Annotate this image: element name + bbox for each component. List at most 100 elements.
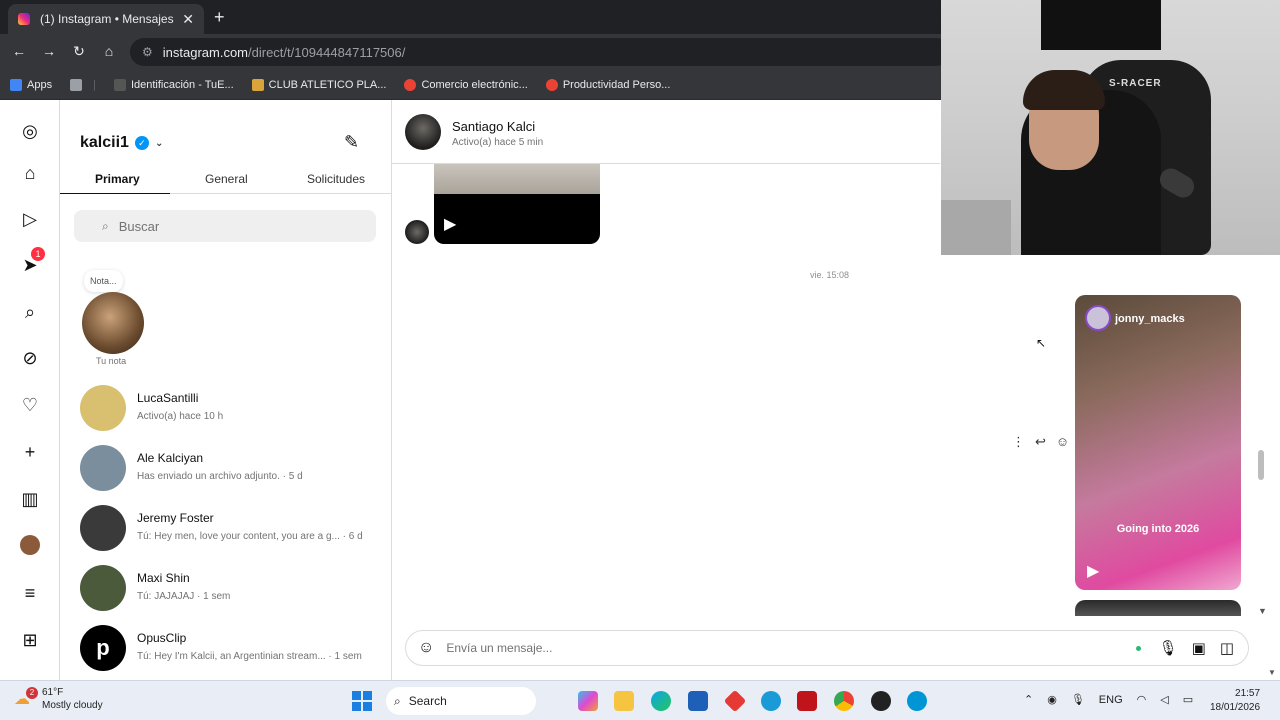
home-icon[interactable]: ⌂ [100,43,118,59]
tab-title: (1) Instagram • Mensajes [40,12,174,26]
reels-icon[interactable]: ▷ [18,207,42,231]
scrollbar[interactable] [1258,450,1264,480]
chevron-up-icon[interactable]: ⌃ [1024,693,1033,706]
mcafee-icon[interactable] [797,691,817,711]
verified-badge-icon: ✓ [134,136,149,150]
menu-icon[interactable]: ≡ [18,581,42,605]
language-indicator[interactable]: ENG [1099,694,1123,706]
instagram-logo-icon[interactable]: ◎ [18,119,42,143]
account-switcher[interactable]: kalcii1 ✓ ⌄ [80,134,163,152]
search-icon: ⌕ [102,218,109,233]
battery-icon[interactable]: ▭ [1183,693,1193,706]
shared-reel-message[interactable]: ▶ [434,164,600,244]
contact-name[interactable]: Santiago Kalci [452,119,535,134]
dashboard-icon[interactable]: ▥ [18,487,42,511]
chrome-icon[interactable] [834,691,854,711]
url-host: instagram.com [162,44,249,60]
page-scroll-down-icon[interactable]: ▼ [1268,668,1276,677]
note-avatar[interactable] [82,292,144,354]
system-tray: ⌃ ◉ 🎙 ENG ◠ ◁ ▭ [1024,693,1193,707]
tab-primary[interactable]: Primary [95,172,140,186]
compose-icon[interactable]: ✎ [344,132,359,153]
volume-icon[interactable]: ◁ [1160,693,1168,706]
bookmark-identificacion[interactable]: Identificación - TuE... [113,78,234,91]
more-options-icon[interactable]: ⋮ [1012,434,1025,450]
app-icon[interactable] [871,691,891,711]
reply-icon[interactable]: ↩ [1035,434,1046,450]
search-icon: ⌕ [394,693,401,708]
conversation-preview: Has enviado un archivo adjunto. · 5 d [137,471,303,482]
message-input[interactable]: Envía un mensaje... [446,641,1135,655]
bookmark-club-atletico[interactable]: CLUB ATLETICO PLA... [251,78,386,91]
react-emoji-icon[interactable]: ☺ [1056,434,1069,450]
windows-taskbar: ☁ 2 61°F Mostly cloudy ⌕ Search ⌃ ◉ 🎙 EN… [0,680,1280,720]
site-info-icon[interactable]: ⚙ [142,45,153,59]
search-icon[interactable]: ⌕ [18,300,42,324]
store-icon[interactable] [688,691,708,711]
file-explorer-icon[interactable] [614,691,634,711]
back-arrow-icon[interactable]: ← [10,43,28,59]
reload-icon[interactable]: ↻ [70,43,88,60]
tray-app-icon[interactable]: ◉ [1047,693,1057,706]
profile-avatar[interactable] [18,533,42,557]
bookmark-tab-groups[interactable]: | [70,78,96,91]
heart-icon[interactable]: ♡ [18,393,42,417]
shared-reel-message[interactable] [1075,600,1241,616]
message-timestamp: vie. 15:08 [810,270,850,280]
tab-requests[interactable]: Solicitudes [307,172,365,186]
url-path: /direct/t/109444847117506/ [248,44,406,60]
tab-groups-icon [70,78,83,91]
messages-icon[interactable]: ➤ 1 [18,247,45,277]
google-icon [545,78,558,91]
conversation-item[interactable]: Ale Kalciyan Has enviado un archivo adju… [80,445,380,493]
create-plus-icon[interactable]: + [18,440,42,464]
hp-icon[interactable] [907,691,927,711]
forward-arrow-icon[interactable]: → [40,43,58,59]
shared-reel-message[interactable]: jonny_macks Going into 2026 ▶ [1075,295,1241,590]
windows-start-icon[interactable] [352,691,372,711]
apps-icon[interactable]: ⊞ [18,628,42,652]
tab-close-icon[interactable]: ✕ [182,11,194,28]
browser-tab[interactable]: (1) Instagram • Mensajes ✕ [8,4,204,34]
bookmark-apps[interactable]: Apps [10,78,52,91]
address-bar[interactable]: ⚙ instagram.com /direct/t/10944484711750… [130,38,950,66]
conversation-item[interactable]: Maxi Shin Tú: JAJAJAJ · 1 sem [80,565,380,613]
scroll-down-arrow-icon[interactable]: ▼ [1258,606,1267,616]
reel-thumbnail [434,164,600,194]
edge-icon[interactable] [651,691,671,711]
help-icon[interactable] [761,691,781,711]
conversation-item[interactable]: Jeremy Foster Tú: Hey men, love your con… [80,505,380,553]
opusclip-logo-icon: p [80,625,126,671]
message-composer[interactable]: ☺ Envía un mensaje... 🎙 ▣ ◫ [405,630,1249,666]
wifi-icon[interactable]: ◠ [1137,693,1147,706]
emoji-icon[interactable]: ☺ [418,639,434,657]
bookmark-productividad[interactable]: Productividad Perso... [545,78,670,91]
taskbar-search[interactable]: ⌕ Search [386,687,536,715]
microphone-icon[interactable]: 🎙 [1071,693,1085,706]
weather-widget[interactable]: ☁ 2 61°F Mostly cloudy [14,686,103,712]
taskbar-search-label: Search [408,694,447,708]
search-input[interactable]: ⌕ Buscar [74,210,376,242]
chat-header: Santiago Kalci Activo(a) hace 5 min [392,100,940,164]
sticker-icon[interactable]: ◫ [1220,639,1234,657]
copilot-icon[interactable] [578,691,598,711]
note-bubble[interactable]: Nota... [84,270,123,292]
conversation-item[interactable]: p OpusClip Tú: Hey I'm Kalcii, an Argent… [80,625,380,673]
contact-avatar[interactable] [405,114,441,150]
inbox-tabs: Primary General Solicitudes [60,168,392,194]
pillow-shape [941,200,1011,255]
clock[interactable]: 21:57 18/01/2026 [1210,687,1260,715]
app-diamond-icon[interactable] [723,689,747,713]
image-icon[interactable]: ▣ [1192,639,1206,657]
conversation-name: Jeremy Foster [137,511,214,525]
conversation-item[interactable]: LucaSantilli Activo(a) hace 10 h [80,385,380,433]
explore-icon[interactable]: ⊘ [18,346,42,370]
microphone-icon[interactable]: 🎙 [1159,639,1178,657]
tab-general[interactable]: General [205,172,248,186]
home-icon[interactable]: ⌂ [18,161,42,185]
clock-time: 21:57 [1235,688,1261,699]
weather-icon: ☁ 2 [14,687,38,709]
username: kalcii1 [80,134,129,151]
bookmark-comercio[interactable]: Comercio electrónic... [404,78,528,91]
new-tab-button[interactable]: + [214,7,225,28]
